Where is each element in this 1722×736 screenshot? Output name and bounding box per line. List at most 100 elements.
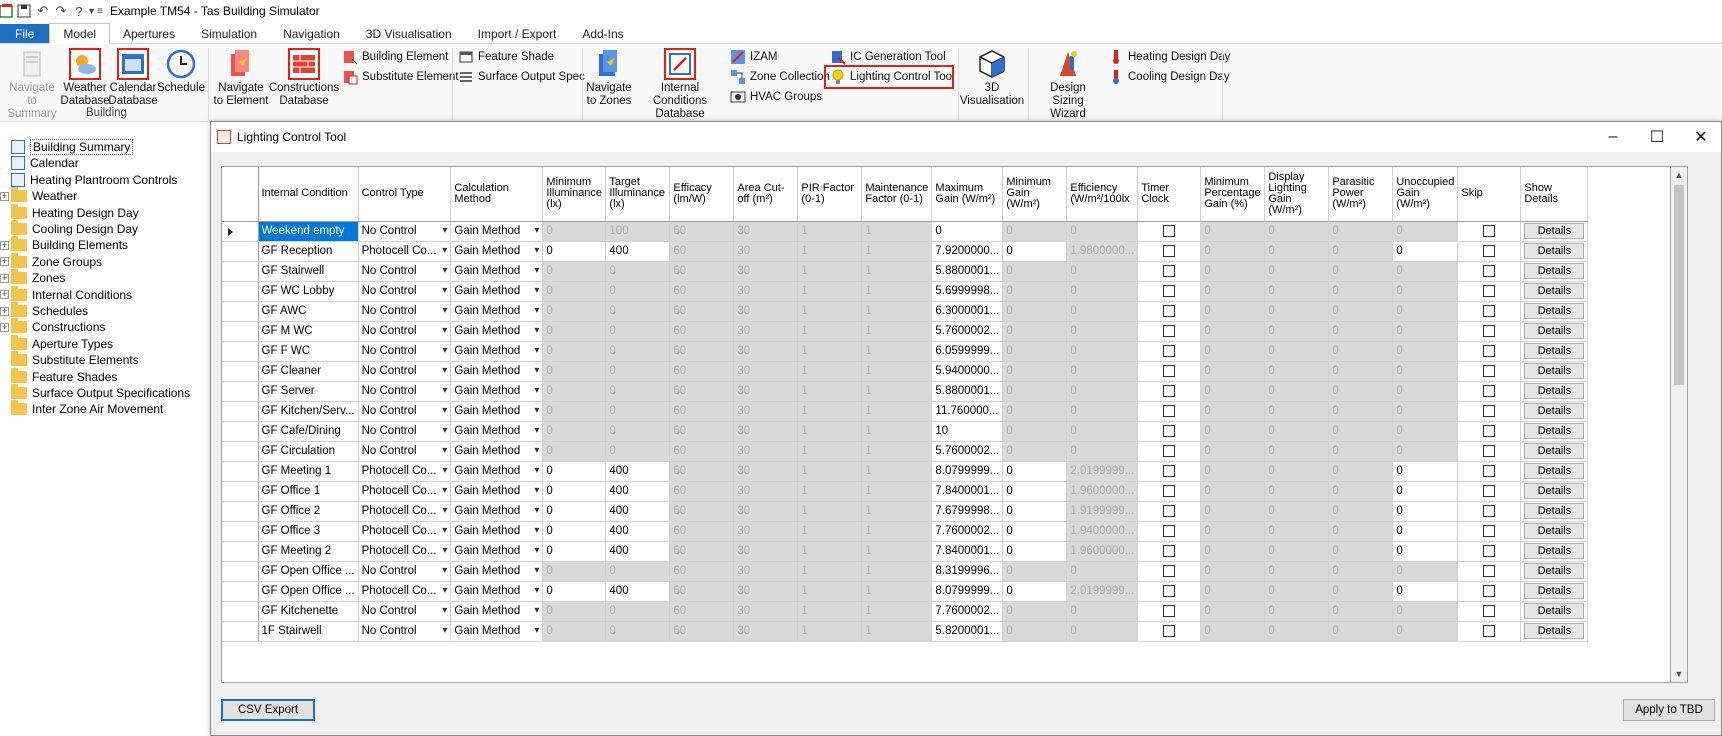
- control-type-dropdown[interactable]: No Control: [358, 381, 452, 402]
- calculation-method-dropdown[interactable]: Gain Method: [450, 341, 544, 362]
- calculation-method-dropdown[interactable]: Gain Method: [450, 321, 544, 342]
- max-gain-cell[interactable]: 5.7600002...: [931, 321, 1004, 342]
- control-type-dropdown[interactable]: No Control: [358, 301, 452, 322]
- ic-generation-tool-button[interactable]: IC Generation Tool: [830, 48, 946, 66]
- calendar-database-button[interactable]: Calendar Database: [108, 48, 158, 108]
- target-illuminance-cell[interactable]: 400: [605, 461, 671, 482]
- tree-item[interactable]: + Internal Conditions: [0, 285, 132, 304]
- tree-item[interactable]: + Building Elements: [0, 236, 128, 254]
- column-header[interactable]: Unoccupied Gain (W/m²): [1392, 167, 1459, 222]
- details-button[interactable]: Details: [1524, 303, 1585, 319]
- internal-condition-cell[interactable]: GF Cleaner: [258, 361, 359, 382]
- control-type-dropdown[interactable]: No Control: [358, 561, 452, 582]
- maximize-icon[interactable]: ☐: [1635, 122, 1679, 152]
- column-header[interactable]: Area Cut-off (m²): [733, 167, 799, 222]
- max-gain-cell[interactable]: 5.8800001...: [931, 381, 1004, 402]
- row-header[interactable]: [222, 441, 259, 462]
- tree-item[interactable]: Cooling Design Day: [0, 220, 138, 238]
- min-gain-cell[interactable]: 0: [1002, 501, 1068, 522]
- column-header[interactable]: Maximum Gain (W/m²): [931, 167, 1004, 222]
- internal-conditions-database-button[interactable]: Internal Conditions Database: [634, 48, 726, 121]
- internal-condition-cell[interactable]: GF AWC: [258, 301, 359, 322]
- skip-checkbox[interactable]: [1483, 444, 1496, 457]
- table-row[interactable]: GF Office 1Photocell Co...Gain Method040…: [222, 481, 1589, 502]
- min-illuminance-cell[interactable]: 0: [542, 521, 607, 542]
- max-gain-cell[interactable]: 8.3199996...: [931, 561, 1004, 582]
- table-row[interactable]: GF WC LobbyNo ControlGain Method00603011…: [222, 281, 1589, 302]
- expand-icon[interactable]: +: [0, 257, 9, 267]
- calculation-method-dropdown[interactable]: Gain Method: [450, 581, 544, 602]
- tree-item[interactable]: Building Summary: [0, 138, 134, 156]
- row-header[interactable]: [222, 381, 259, 402]
- tree-item[interactable]: Aperture Types: [0, 334, 113, 353]
- column-header[interactable]: Maintenance Factor (0-1): [861, 167, 933, 222]
- column-header[interactable]: Skip: [1457, 167, 1522, 222]
- internal-condition-cell[interactable]: GF Open Office ...: [258, 581, 359, 602]
- expand-icon[interactable]: +: [0, 290, 9, 300]
- schedule-button[interactable]: Schedule: [157, 48, 205, 95]
- expand-icon[interactable]: +: [0, 306, 9, 316]
- details-button[interactable]: Details: [1524, 363, 1585, 379]
- max-gain-cell[interactable]: 5.8200001...: [931, 621, 1004, 642]
- skip-checkbox[interactable]: [1483, 584, 1496, 597]
- column-header[interactable]: Display Lighting Gain (W/m²): [1264, 167, 1330, 222]
- csv-export-button[interactable]: CSV Export: [221, 699, 315, 721]
- timer-clock-checkbox[interactable]: [1163, 564, 1176, 577]
- calculation-method-dropdown[interactable]: Gain Method: [450, 281, 544, 302]
- max-gain-cell[interactable]: 7.8400001...: [931, 541, 1004, 562]
- skip-checkbox[interactable]: [1483, 564, 1496, 577]
- row-header[interactable]: [222, 341, 259, 362]
- max-gain-cell[interactable]: 11.760000...: [931, 401, 1004, 422]
- unoccupied-gain-cell[interactable]: 0: [1392, 481, 1459, 502]
- scroll-down-icon[interactable]: ▼: [1671, 666, 1687, 682]
- column-header[interactable]: Minimum Illuminance (lx): [542, 167, 607, 222]
- expand-icon[interactable]: +: [0, 322, 9, 332]
- row-header[interactable]: [222, 541, 259, 562]
- timer-clock-checkbox[interactable]: [1163, 524, 1176, 537]
- tab-file[interactable]: File: [0, 24, 50, 43]
- save-icon[interactable]: [14, 1, 34, 21]
- row-header[interactable]: [222, 241, 259, 262]
- table-row[interactable]: GF M WCNo ControlGain Method006030115.76…: [222, 321, 1589, 342]
- timer-clock-checkbox[interactable]: [1163, 324, 1176, 337]
- tab-navigation[interactable]: Navigation: [270, 24, 353, 43]
- internal-condition-cell[interactable]: GF Office 2: [258, 501, 359, 522]
- max-gain-cell[interactable]: 5.8800001...: [931, 261, 1004, 282]
- row-header[interactable]: [222, 221, 259, 242]
- column-header[interactable]: Parasitic Power (W/m²): [1328, 167, 1394, 222]
- column-header[interactable]: Minimum Gain (W/m²): [1002, 167, 1068, 222]
- internal-condition-cell[interactable]: GF Circulation: [258, 441, 359, 462]
- timer-clock-checkbox[interactable]: [1163, 424, 1176, 437]
- feature-shade-button[interactable]: Feature Shade: [458, 48, 554, 66]
- tree-item[interactable]: + Zones: [0, 269, 65, 287]
- apply-to-tbd-button[interactable]: Apply to TBD: [1623, 699, 1715, 721]
- control-type-dropdown[interactable]: Photocell Co...: [358, 481, 452, 502]
- target-illuminance-cell[interactable]: 400: [605, 241, 671, 262]
- row-header[interactable]: [222, 521, 259, 542]
- min-illuminance-cell[interactable]: 0: [542, 541, 607, 562]
- minimize-icon[interactable]: –: [1591, 122, 1635, 152]
- max-gain-cell[interactable]: 7.7600002...: [931, 601, 1004, 622]
- help-icon[interactable]: ?: [70, 1, 88, 21]
- control-type-dropdown[interactable]: Photocell Co...: [358, 541, 452, 562]
- calculation-method-dropdown[interactable]: Gain Method: [450, 521, 544, 542]
- row-header[interactable]: [222, 281, 259, 302]
- substitute-element-button[interactable]: Substitute Element: [342, 68, 459, 86]
- control-type-dropdown[interactable]: No Control: [358, 341, 452, 362]
- details-button[interactable]: Details: [1524, 343, 1585, 359]
- column-header[interactable]: Control Type: [358, 167, 452, 222]
- timer-clock-checkbox[interactable]: [1163, 504, 1176, 517]
- design-sizing-wizard-button[interactable]: Design Sizing Wizard: [1034, 48, 1102, 121]
- table-row[interactable]: GF ServerNo ControlGain Method006030115.…: [222, 381, 1589, 402]
- row-header[interactable]: [222, 461, 259, 482]
- control-type-dropdown[interactable]: No Control: [358, 621, 452, 642]
- control-type-dropdown[interactable]: Photocell Co...: [358, 581, 452, 602]
- details-button[interactable]: Details: [1524, 483, 1585, 499]
- skip-checkbox[interactable]: [1483, 244, 1496, 257]
- timer-clock-checkbox[interactable]: [1163, 284, 1176, 297]
- unoccupied-gain-cell[interactable]: 0: [1392, 541, 1459, 562]
- max-gain-cell[interactable]: 7.9200000...: [931, 241, 1004, 262]
- control-type-dropdown[interactable]: No Control: [358, 441, 452, 462]
- timer-clock-checkbox[interactable]: [1163, 264, 1176, 277]
- table-row[interactable]: 1F StairwellNo ControlGain Method0060301…: [222, 621, 1589, 642]
